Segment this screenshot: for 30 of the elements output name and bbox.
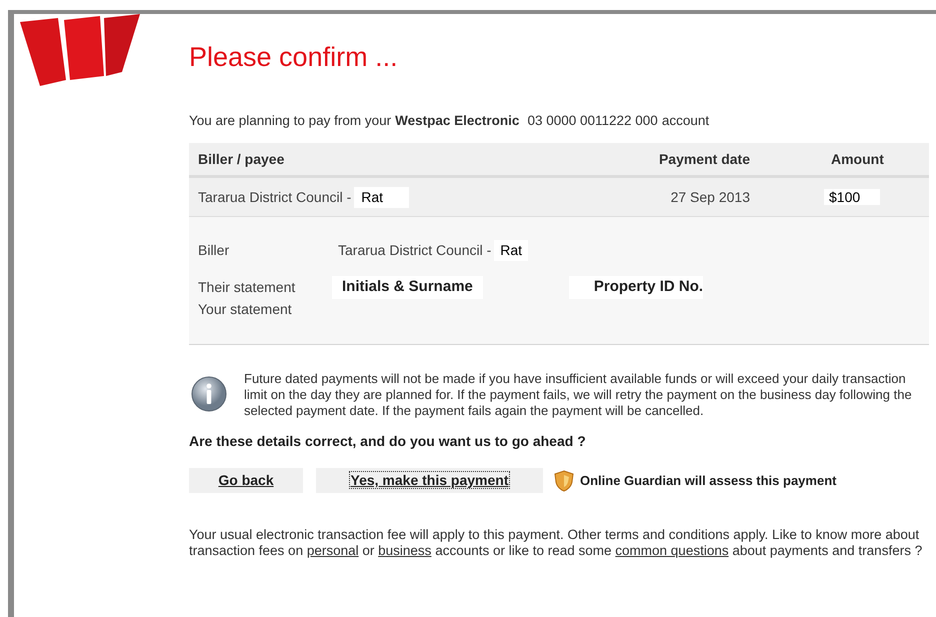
statement-value: Property ID No. [568,276,704,298]
payee-cell-text: Tararua District Council - [198,188,352,207]
confirm-button[interactable]: Yes, make this payment [316,468,543,494]
link[interactable]: personal [306,543,359,558]
detail-label: Biller [198,240,230,260]
account-intro-text: You are planning to pay from your [189,112,392,130]
fee-info-text: Your usual electronic transaction fee will apply to this payment. Other terms and conditions apply. Like to know more about transaction fees on personal or business accounts or like to read some common questions about payments and transfers ? [189,527,924,560]
detail-label: Your statement [198,300,292,319]
column-header: Amount [831,150,884,167]
link[interactable]: business [378,543,432,558]
shield-icon [554,470,574,492]
account-suffix-text: account [662,112,710,130]
statement-value: Initials & Surname [332,276,483,298]
detail-label: Their statement [198,278,296,297]
guardian-note: Online Guardian will assess this payment [580,472,836,490]
detail-value: Rat [494,240,528,261]
amount-cell: $100 [824,188,880,205]
question-text: Are these details correct, and do you want us to go ahead ? [189,432,586,452]
column-header: Biller / payee [198,150,284,167]
date-cell: 27 Sep 2013 [670,188,750,205]
page-title: Please confirm ... [189,41,398,73]
info-icon [191,376,227,412]
notice-text: Future dated payments will not be made if you have insufficient available funds or will exceed your daily transaction limit on the day they are planned for. If the payment fails, we will retry the payment on the business day following the selected payment date. If the payment fails again the payment will be cancelled. [244,370,913,420]
account-name: Westpac Electronic [395,112,520,130]
account-number: 03 0000 0011222 000 [527,112,658,130]
column-header: Payment date [658,150,750,167]
detail-value: Tararua District Council - [338,240,492,260]
back-button[interactable]: Go back [189,468,303,494]
payee-cell: Rat [354,186,410,208]
link[interactable]: common questions [615,543,729,558]
